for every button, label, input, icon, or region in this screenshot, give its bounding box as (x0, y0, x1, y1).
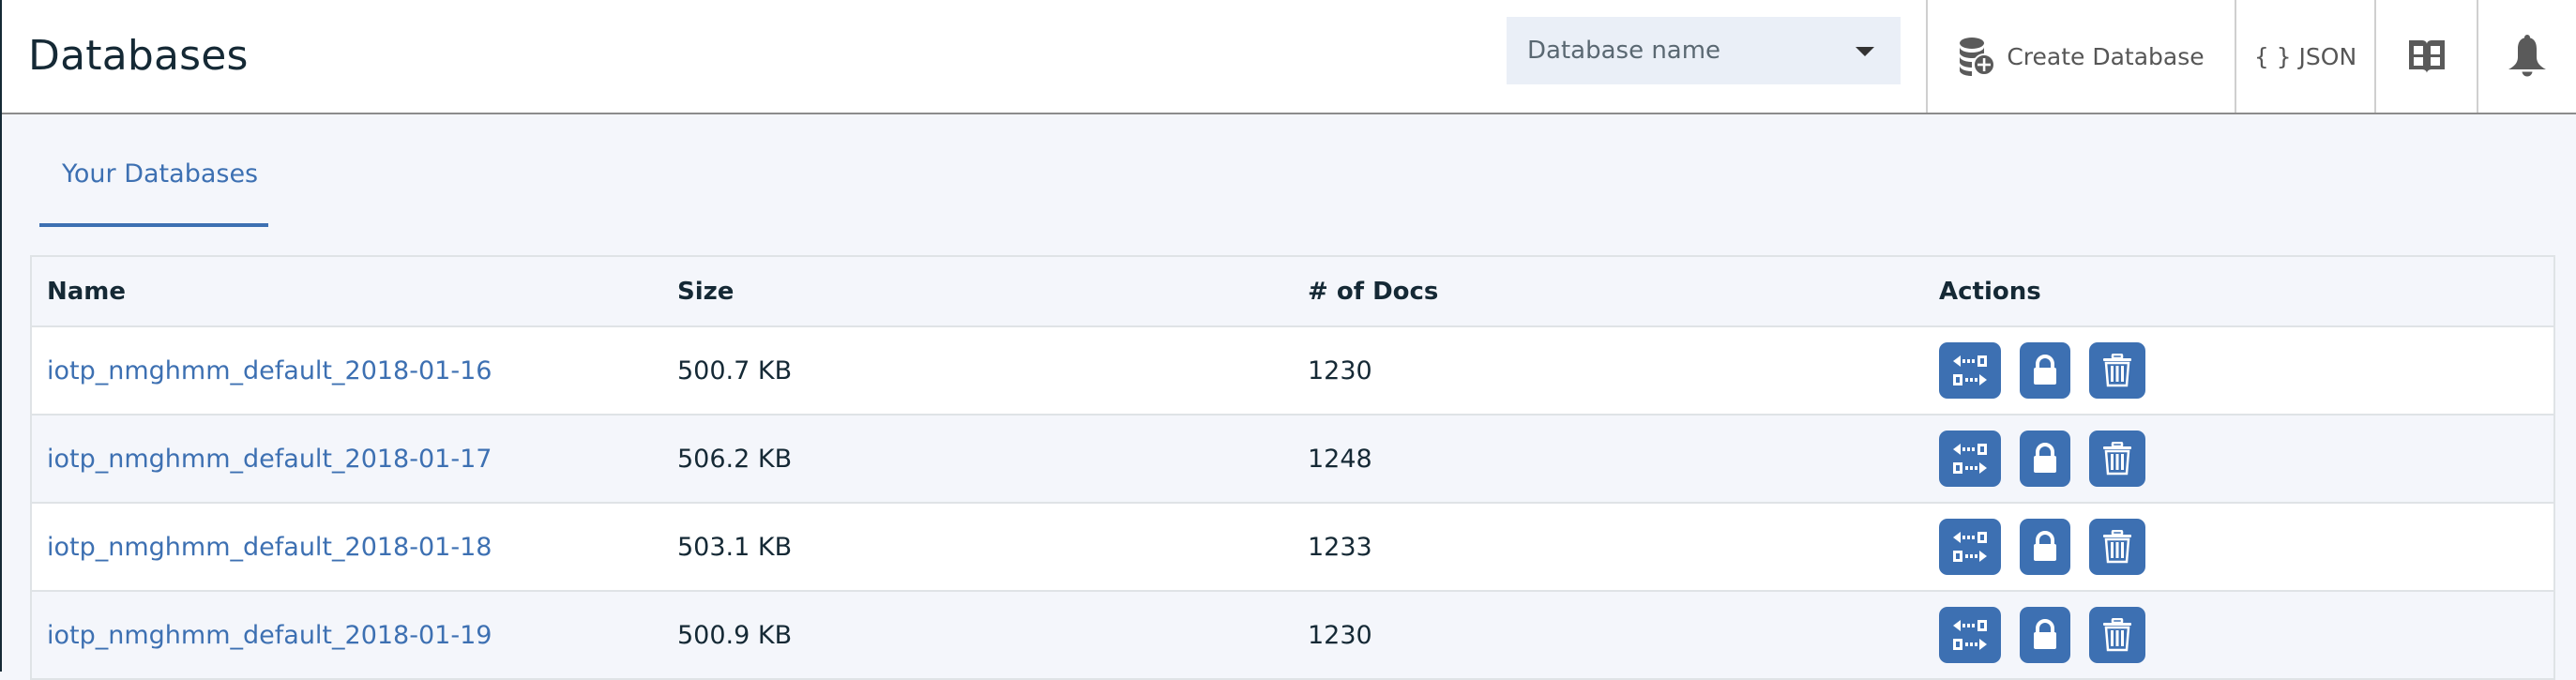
replicate-icon (1953, 532, 1987, 562)
lock-icon (2034, 443, 2056, 473)
delete-button[interactable] (2089, 342, 2145, 399)
row-actions (1939, 327, 2164, 414)
replicate-button[interactable] (1939, 607, 2001, 663)
tab-your-databases[interactable]: Your Databases (39, 141, 268, 227)
table-row: iotp_nmghmm_default_2018-01-19 500.9 KB … (32, 592, 2553, 680)
delete-button[interactable] (2089, 431, 2145, 487)
permissions-button[interactable] (2020, 342, 2070, 399)
json-button[interactable]: { } JSON (2236, 0, 2374, 113)
database-size: 500.7 KB (677, 355, 793, 385)
delete-button[interactable] (2089, 607, 2145, 663)
trash-icon (2103, 354, 2131, 387)
permissions-button[interactable] (2020, 431, 2070, 487)
database-name-link[interactable]: iotp_nmghmm_default_2018-01-18 (47, 533, 492, 562)
table-row: iotp_nmghmm_default_2018-01-17 506.2 KB … (32, 416, 2553, 504)
caret-down-icon (1856, 47, 1874, 56)
database-doc-count: 1248 (1308, 444, 1372, 474)
column-header-actions: Actions (1939, 277, 2041, 306)
create-database-label: Create Database (2007, 42, 2205, 70)
json-label: { } JSON (2253, 42, 2357, 70)
delete-button[interactable] (2089, 519, 2145, 575)
row-actions (1939, 504, 2164, 590)
bell-icon (2508, 35, 2546, 78)
page-title: Databases (28, 32, 249, 80)
column-header-docs[interactable]: # of Docs (1308, 257, 1438, 325)
notifications-button[interactable] (2478, 0, 2576, 113)
app-left-border (0, 0, 2, 672)
database-doc-count: 1230 (1308, 620, 1372, 650)
replicate-icon (1953, 620, 1987, 650)
tab-label: Your Databases (62, 159, 259, 189)
replicate-icon (1953, 355, 1987, 385)
active-tab-indicator (39, 223, 268, 227)
table-row: iotp_nmghmm_default_2018-01-18 503.1 KB … (32, 504, 2553, 592)
database-name-link[interactable]: iotp_nmghmm_default_2018-01-17 (47, 445, 492, 474)
databases-table: Name Size # of Docs Actions iotp_nmghmm_… (30, 255, 2555, 680)
lock-icon (2034, 619, 2056, 649)
trash-icon (2103, 442, 2131, 476)
lock-icon (2034, 355, 2056, 385)
database-doc-count: 1230 (1308, 355, 1372, 385)
permissions-button[interactable] (2020, 519, 2070, 575)
database-size: 500.9 KB (677, 620, 793, 650)
table-row: iotp_nmghmm_default_2018-01-16 500.7 KB … (32, 327, 2553, 416)
table-header-row: Name Size # of Docs Actions (32, 257, 2553, 327)
book-icon (2408, 40, 2445, 73)
replicate-button[interactable] (1939, 519, 2001, 575)
column-header-size[interactable]: Size (677, 257, 734, 325)
create-database-button[interactable]: Create Database (1928, 0, 2235, 113)
trash-icon (2103, 530, 2131, 564)
page-header: Databases Database name Create Database … (0, 0, 2576, 114)
row-actions (1939, 592, 2164, 678)
documentation-button[interactable] (2376, 0, 2477, 113)
database-size: 506.2 KB (677, 444, 793, 474)
database-size: 503.1 KB (677, 532, 793, 562)
replicate-icon (1953, 444, 1987, 474)
replicate-button[interactable] (1939, 342, 2001, 399)
database-add-icon (1960, 38, 1996, 76)
row-actions (1939, 416, 2164, 502)
database-name-link[interactable]: iotp_nmghmm_default_2018-01-16 (47, 356, 492, 385)
column-header-name[interactable]: Name (47, 257, 126, 325)
lock-icon (2034, 531, 2056, 561)
permissions-button[interactable] (2020, 607, 2070, 663)
replicate-button[interactable] (1939, 431, 2001, 487)
database-name-link[interactable]: iotp_nmghmm_default_2018-01-19 (47, 621, 492, 650)
database-name-select[interactable]: Database name (1507, 17, 1901, 84)
database-select-value: Database name (1527, 37, 1721, 65)
trash-icon (2103, 618, 2131, 652)
database-doc-count: 1233 (1308, 532, 1372, 562)
